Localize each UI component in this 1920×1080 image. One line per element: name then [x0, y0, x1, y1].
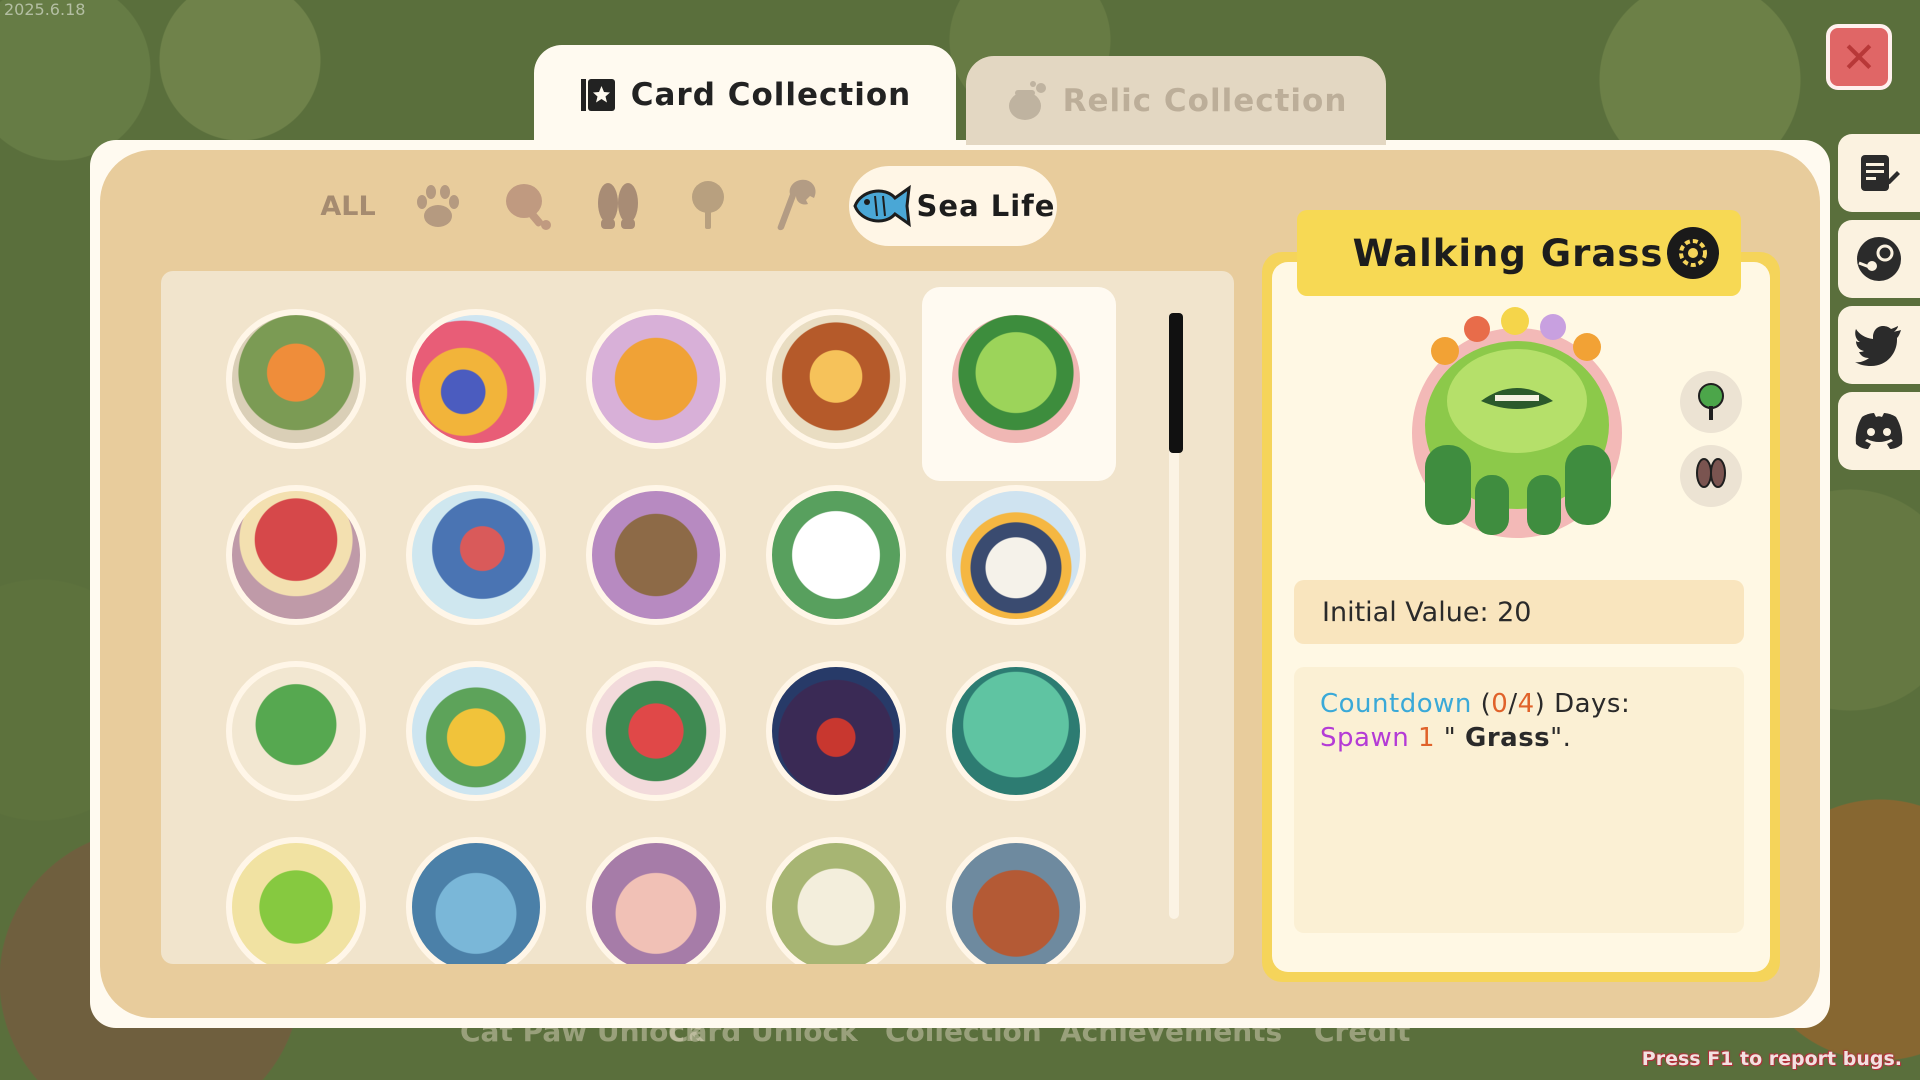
twitter-icon — [1855, 326, 1901, 366]
countdown-total: 4 — [1517, 689, 1535, 719]
tab-card-collection[interactable]: Card Collection — [534, 45, 956, 145]
close-icon: ✕ — [1841, 32, 1877, 82]
desc-text: ( — [1471, 689, 1492, 719]
desc-quote-close: ". — [1550, 723, 1572, 753]
footprints-icon — [1696, 458, 1726, 488]
wrench-icon — [777, 179, 816, 231]
vampire-card-icon[interactable] — [766, 661, 906, 801]
filter-sea-life[interactable]: Sea Life — [849, 166, 1057, 246]
card-grid — [161, 271, 1234, 964]
detective-card-icon[interactable] — [406, 485, 546, 625]
filter-sea-life-label: Sea Life — [916, 189, 1056, 223]
mushroom-card-icon[interactable] — [226, 485, 366, 625]
white-cat-card-icon[interactable] — [766, 485, 906, 625]
tag-footprints — [1680, 445, 1742, 507]
sea-monster-card-icon[interactable] — [946, 661, 1086, 801]
settings-gear-icon — [1667, 227, 1719, 279]
blue-rabbit-card-icon[interactable] — [406, 837, 546, 964]
card-detail-title: Walking Grass — [1352, 231, 1664, 275]
duck-card-icon[interactable] — [766, 837, 906, 964]
sprout-icon — [692, 181, 724, 229]
card-star-icon — [580, 79, 615, 111]
spawn-item[interactable]: Grass — [1465, 723, 1550, 753]
filter-tools[interactable] — [768, 166, 828, 246]
coral-reef-card-icon[interactable] — [406, 309, 546, 449]
sprout-icon — [1698, 383, 1724, 420]
filter-food[interactable] — [498, 166, 558, 246]
tiger-card-icon[interactable] — [586, 309, 726, 449]
bug-report-hint: Press F1 to report bugs. — [1641, 1048, 1902, 1070]
reader-bird-card-icon[interactable] — [946, 485, 1086, 625]
keyword-spawn[interactable]: Spawn — [1320, 723, 1409, 753]
twitter-button[interactable] — [1838, 306, 1920, 384]
initial-value: Initial Value: 20 — [1294, 580, 1744, 644]
pot-icon — [1008, 80, 1046, 120]
tab-card-label: Card Collection — [630, 77, 912, 113]
bean-card-icon[interactable] — [226, 837, 366, 964]
keyword-countdown[interactable]: Countdown — [1320, 689, 1472, 719]
tab-relic-label: Relic Collection — [1062, 82, 1348, 119]
hen-card-icon[interactable] — [946, 837, 1086, 964]
tag-plant — [1680, 371, 1742, 433]
discord-button[interactable] — [1838, 392, 1920, 470]
card-grid-scroll-thumb[interactable] — [1169, 313, 1183, 453]
pink-rabbit-card-icon[interactable] — [586, 837, 726, 964]
paw-icon — [417, 185, 459, 227]
tree-card-icon[interactable] — [226, 661, 366, 801]
lion-card-icon[interactable] — [766, 309, 906, 449]
countdown-current: 0 — [1491, 689, 1509, 719]
fish-icon — [852, 184, 911, 228]
rose-card-icon[interactable] — [586, 661, 726, 801]
card-detail-art — [1405, 305, 1630, 550]
drumstick-icon — [506, 184, 551, 230]
version-label: 2025.6.18 — [4, 0, 86, 19]
walking-grass-card-icon[interactable] — [946, 309, 1086, 449]
filter-footprints[interactable] — [588, 166, 648, 246]
tab-relic-collection[interactable]: Relic Collection — [966, 56, 1386, 145]
filter-plants[interactable] — [678, 166, 738, 246]
footprints-icon — [598, 183, 638, 229]
spawn-count: 1 — [1417, 723, 1435, 753]
close-button[interactable]: ✕ — [1826, 24, 1892, 90]
desc-days: ) Days: — [1534, 689, 1631, 719]
desc-slash: / — [1508, 689, 1518, 719]
hyena-card-icon[interactable] — [586, 485, 726, 625]
discord-icon — [1855, 413, 1903, 449]
gardener-card-icon[interactable] — [226, 309, 366, 449]
card-description: Countdown (0/4) Days: Spawn 1 " Grass". — [1294, 667, 1744, 933]
filter-paw[interactable] — [408, 166, 468, 246]
desc-quote-open: " — [1435, 723, 1465, 753]
owl-flower-card-icon[interactable] — [406, 661, 546, 801]
filter-all[interactable]: ALL — [318, 166, 378, 246]
